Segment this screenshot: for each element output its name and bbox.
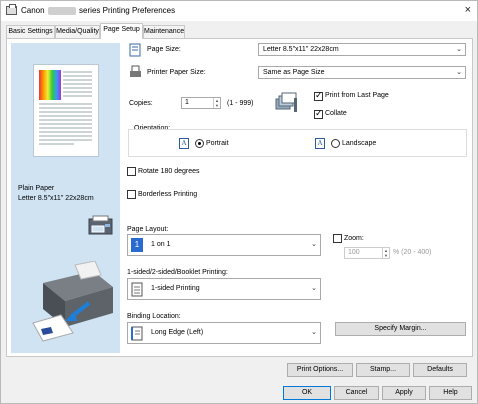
print-from-last-page-label: Print from Last Page: [325, 92, 389, 99]
paper-preview: [33, 64, 99, 157]
landscape-icon: A: [315, 138, 325, 149]
binding-location-label: Binding Location:: [127, 313, 181, 320]
rotate-180-label: Rotate 180 degrees: [138, 168, 200, 175]
copies-spinner[interactable]: ▲ ▼: [213, 98, 220, 108]
zoom-input[interactable]: 100 ▲ ▼: [344, 247, 390, 259]
portrait-icon: A: [179, 138, 189, 149]
page-size-label: Page Size:: [147, 46, 181, 53]
tab-basic-settings[interactable]: Basic Settings: [6, 25, 55, 38]
printer-paper-size-icon: [130, 65, 141, 77]
page-size-dropdown[interactable]: Letter 8.5"x11" 22x28cm ⌄: [258, 43, 466, 56]
zoom-spinner[interactable]: ▲ ▼: [382, 248, 389, 258]
page-size-icon: [129, 43, 141, 57]
portrait-label: Portrait: [206, 140, 229, 147]
page-layout-label: Page Layout:: [127, 226, 169, 233]
landscape-radio[interactable]: [331, 139, 340, 148]
single-page-icon: [131, 282, 143, 297]
close-icon[interactable]: ×: [465, 4, 471, 16]
tab-page-setup[interactable]: Page Setup: [100, 23, 143, 39]
printer-paper-size-dropdown[interactable]: Same as Page Size ⌄: [258, 66, 466, 79]
printer-output-icon: [88, 215, 113, 235]
sided-printing-label: 1-sided/2-sided/Booklet Printing:: [127, 269, 228, 276]
sided-printing-dropdown[interactable]: 1-sided Printing ⌄: [127, 278, 321, 300]
apply-button[interactable]: Apply: [382, 386, 426, 400]
zoom-range: % (20 - 400): [393, 249, 432, 256]
chevron-down-icon: ⌄: [311, 285, 317, 292]
stamp-button[interactable]: Stamp...: [356, 363, 410, 377]
media-summary: Plain Paper Letter 8.5"x11" 22x28cm: [18, 185, 94, 202]
page-layout-dropdown[interactable]: 1 1 on 1 ⌄: [127, 234, 321, 256]
cancel-button[interactable]: Cancel: [334, 386, 379, 400]
specify-margin-button[interactable]: Specify Margin...: [335, 322, 466, 336]
preview-pane: Plain Paper Letter 8.5"x11" 22x28cm: [11, 43, 120, 353]
print-from-last-page-checkbox[interactable]: [314, 90, 323, 101]
landscape-label: Landscape: [342, 140, 377, 147]
chevron-down-icon: ⌄: [311, 241, 317, 248]
ok-button[interactable]: OK: [283, 386, 331, 400]
zoom-checkbox[interactable]: [333, 234, 342, 243]
title-bar: Canon series Printing Preferences ×: [1, 1, 477, 21]
page-layout-number-icon: 1: [131, 238, 143, 252]
zoom-label: Zoom:: [344, 235, 364, 242]
tab-media-quality[interactable]: Media/Quality: [55, 25, 100, 38]
copies-label: Copies:: [129, 100, 153, 107]
redacted-model-name: [47, 6, 76, 15]
printer-paper-size-label: Printer Paper Size:: [147, 69, 206, 76]
printing-preferences-window: Canon series Printing Preferences × Basi…: [0, 0, 478, 404]
collate-checkbox[interactable]: [314, 108, 323, 119]
copies-range: (1 - 999): [227, 100, 254, 107]
borderless-printing-checkbox[interactable]: [127, 190, 136, 199]
help-button[interactable]: Help: [429, 386, 472, 400]
copies-input[interactable]: 1 ▲ ▼: [181, 97, 221, 109]
borderless-printing-label: Borderless Printing: [138, 191, 198, 198]
tab-maintenance[interactable]: Maintenance: [143, 25, 185, 38]
collate-pages-icon: [275, 92, 297, 112]
chevron-down-icon: ⌄: [456, 46, 462, 53]
portrait-radio[interactable]: [195, 139, 204, 148]
rotate-180-checkbox[interactable]: [127, 167, 136, 176]
chevron-down-icon: ⌄: [456, 69, 462, 76]
binding-edge-icon: [131, 326, 143, 341]
defaults-button[interactable]: Defaults: [413, 363, 467, 377]
page-content-preview: [39, 70, 92, 145]
printer-app-icon: [6, 4, 17, 15]
printer-illustration: [32, 261, 113, 342]
collate-label: Collate: [325, 110, 347, 117]
print-options-button[interactable]: Print Options...: [287, 363, 353, 377]
chevron-down-icon: ⌄: [311, 329, 317, 336]
binding-location-dropdown[interactable]: Long Edge (Left) ⌄: [127, 322, 321, 344]
window-title: Canon series Printing Preferences: [21, 6, 176, 15]
